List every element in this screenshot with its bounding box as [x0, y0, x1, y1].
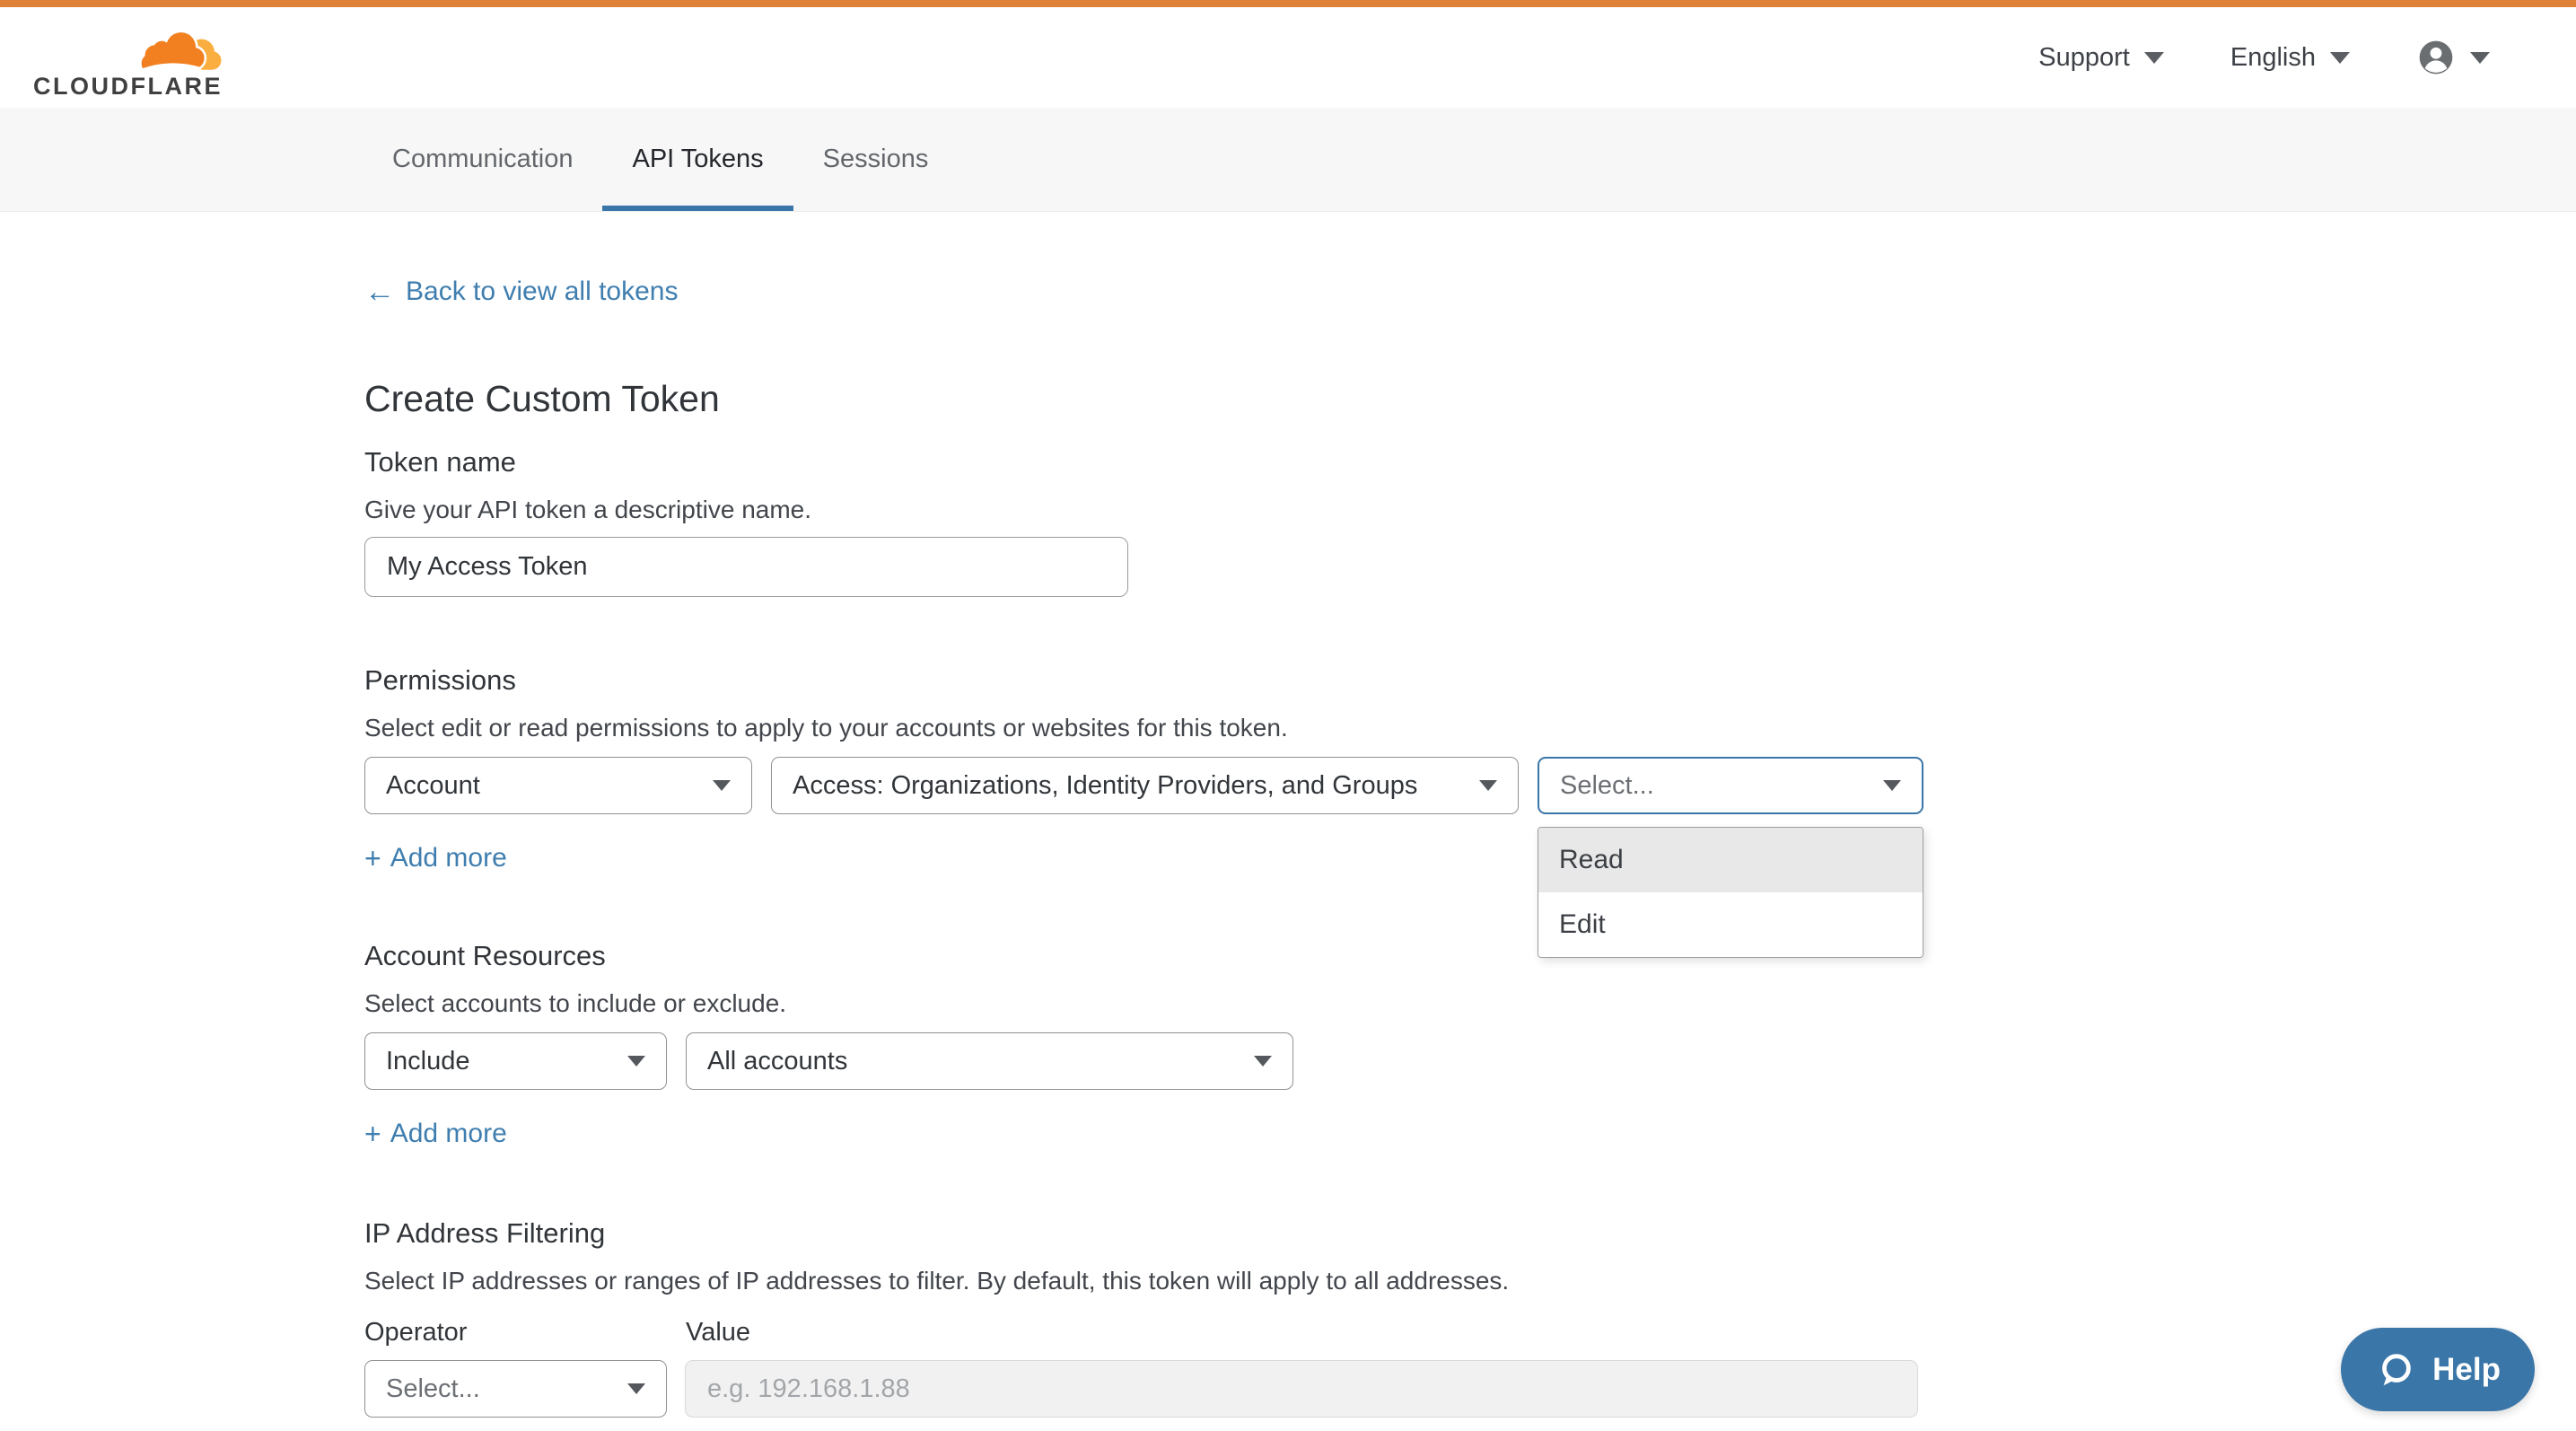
cloudflare-cloud-icon — [129, 24, 223, 73]
permission-resource-value: Access: Organizations, Identity Provider… — [793, 771, 1417, 801]
account-resources-add-more-button[interactable]: + Add more — [364, 1118, 507, 1150]
chevron-down-icon — [1883, 780, 1901, 791]
permission-access-select-wrap: Select... Read Edit — [1538, 757, 1923, 814]
access-option-edit[interactable]: Edit — [1538, 892, 1923, 957]
tab-label: Sessions — [823, 145, 929, 174]
token-name-input[interactable] — [364, 537, 1128, 597]
account-resources-description: Select accounts to include or exclude. — [364, 988, 2576, 1019]
main-content: ← Back to view all tokens Create Custom … — [0, 212, 2576, 1418]
header-right: Support English — [2038, 38, 2490, 77]
ip-operator-select[interactable]: Select... — [364, 1360, 667, 1418]
help-button-label: Help — [2432, 1352, 2501, 1388]
permissions-heading: Permissions — [364, 663, 2576, 698]
tab-communication[interactable]: Communication — [363, 108, 602, 211]
chevron-down-icon — [2330, 52, 2350, 64]
chevron-down-icon — [2144, 52, 2164, 64]
permission-access-select[interactable]: Select... — [1538, 757, 1923, 814]
permissions-description: Select edit or read permissions to apply… — [364, 713, 2576, 743]
resource-accounts-value: All accounts — [707, 1047, 847, 1076]
permission-resource-select[interactable]: Access: Organizations, Identity Provider… — [771, 757, 1519, 814]
ip-value-input[interactable] — [685, 1360, 1918, 1418]
token-name-description: Give your API token a descriptive name. — [364, 495, 2576, 525]
plus-icon: + — [364, 1118, 381, 1150]
token-name-heading: Token name — [364, 445, 2576, 479]
permissions-select-row: Account Access: Organizations, Identity … — [364, 757, 2576, 814]
tab-bar: Communication API Tokens Sessions — [0, 108, 2576, 212]
support-menu[interactable]: Support — [2038, 43, 2164, 73]
ip-filtering-row: Select... — [364, 1360, 2576, 1418]
user-avatar-icon — [2416, 38, 2456, 77]
access-option-read[interactable]: Read — [1538, 828, 1923, 892]
tab-label: Communication — [392, 145, 573, 174]
chat-bubble-icon — [2375, 1349, 2416, 1391]
access-dropdown-menu: Read Edit — [1538, 827, 1923, 958]
add-more-label: Add more — [390, 1118, 507, 1150]
back-arrow-icon: ← — [364, 278, 395, 305]
cloudflare-logo-text: CLOUDFLARE — [33, 75, 223, 99]
tab-api-tokens[interactable]: API Tokens — [602, 108, 793, 211]
permission-scope-select[interactable]: Account — [364, 757, 752, 814]
account-menu[interactable] — [2416, 38, 2490, 77]
account-resources-heading: Account Resources — [364, 939, 2576, 973]
ip-filtering-description: Select IP addresses or ranges of IP addr… — [364, 1266, 2576, 1296]
ip-filtering-heading: IP Address Filtering — [364, 1216, 2576, 1251]
help-button[interactable]: Help — [2341, 1328, 2535, 1411]
add-more-label: Add more — [390, 842, 507, 874]
resource-accounts-select[interactable]: All accounts — [686, 1032, 1293, 1090]
chevron-down-icon — [1254, 1056, 1272, 1067]
language-menu-label: English — [2230, 43, 2316, 73]
chevron-down-icon — [627, 1383, 645, 1394]
back-to-tokens-link[interactable]: ← Back to view all tokens — [364, 275, 678, 309]
chevron-down-icon — [1479, 780, 1497, 791]
support-menu-label: Support — [2038, 43, 2130, 73]
resource-mode-select[interactable]: Include — [364, 1032, 667, 1090]
permissions-add-more-button[interactable]: + Add more — [364, 842, 507, 874]
top-accent-bar — [0, 0, 2576, 7]
permission-access-placeholder: Select... — [1560, 771, 1654, 801]
chevron-down-icon — [713, 780, 731, 791]
tab-label: API Tokens — [632, 145, 763, 174]
plus-icon: + — [364, 842, 381, 874]
back-link-label: Back to view all tokens — [406, 275, 678, 309]
resource-mode-value: Include — [386, 1047, 470, 1076]
operator-label: Operator — [364, 1318, 686, 1348]
language-menu[interactable]: English — [2230, 43, 2350, 73]
value-label: Value — [686, 1318, 750, 1348]
cloudflare-logo[interactable]: CLOUDFLARE — [33, 24, 223, 99]
header: CLOUDFLARE Support English — [0, 7, 2576, 108]
tab-sessions[interactable]: Sessions — [793, 108, 959, 211]
chevron-down-icon — [2470, 52, 2490, 64]
account-resources-select-row: Include All accounts — [364, 1032, 2576, 1090]
permission-scope-value: Account — [386, 771, 480, 801]
chevron-down-icon — [627, 1056, 645, 1067]
ip-operator-placeholder: Select... — [386, 1374, 480, 1404]
page-title: Create Custom Token — [364, 377, 2576, 420]
ip-filtering-labels: Operator Value — [364, 1318, 2576, 1348]
